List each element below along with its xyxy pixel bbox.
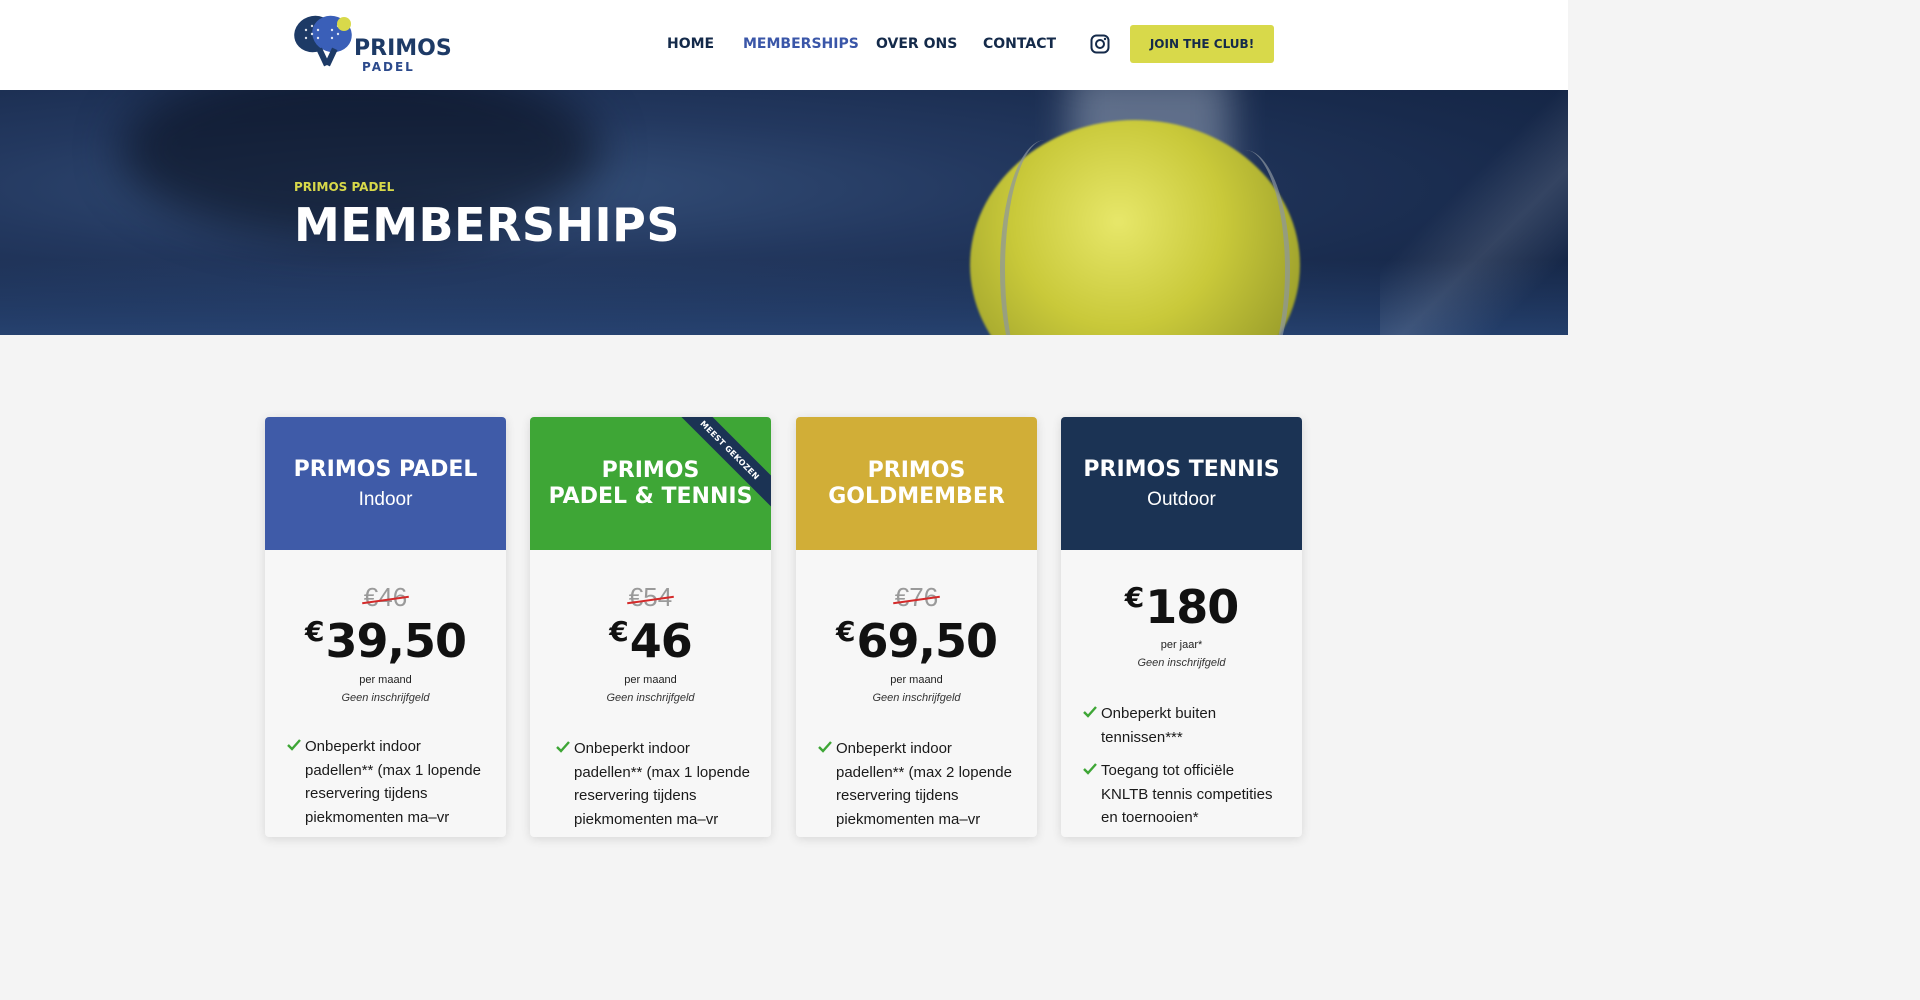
plan-name: PRIMOS GOLDMEMBER	[828, 457, 1005, 509]
plan-name: PRIMOS PADEL	[293, 456, 478, 482]
currency-symbol: €	[305, 615, 325, 648]
feature-item: Onbeperkt indoor padellen** (max 2 lopen…	[818, 737, 1018, 831]
check-icon	[1083, 706, 1097, 718]
plan-price: €69,50	[796, 614, 1037, 668]
currency-symbol: €	[836, 615, 856, 648]
price-period: per maand	[359, 674, 412, 686]
plan-header: PRIMOS TENNIS Outdoor	[1061, 417, 1302, 550]
hero-banner	[0, 90, 1568, 335]
registration-fee: Geen inschrijfgeld	[1137, 657, 1226, 669]
plan-card-padel: PRIMOS PADEL Indoor €46 €39,50 per maand…	[265, 417, 506, 837]
plan-price: €180	[1061, 580, 1302, 634]
nav-contact[interactable]: CONTACT	[983, 36, 1056, 52]
plan-name: PRIMOS TENNIS	[1083, 456, 1280, 482]
plan-type: Indoor	[358, 488, 413, 510]
old-price: €76	[894, 582, 939, 612]
plan-card-goldmember: PRIMOS GOLDMEMBER €76 €69,50 per maand G…	[796, 417, 1037, 837]
plan-name: PRIMOS PADEL & TENNIS	[548, 457, 753, 509]
site-header: PRIMOS PADEL HOME MEMBERSHIPS OVER ONS C…	[0, 0, 1568, 90]
registration-fee: Geen inschrijfgeld	[872, 692, 961, 704]
check-icon	[818, 741, 832, 753]
feature-list: Onbeperkt buiten tennissen*** Toegang to…	[1083, 702, 1283, 837]
page-title: MEMBERSHIPS	[294, 198, 680, 252]
padel-rackets-icon	[294, 15, 352, 67]
feature-item: Onbeperkt indoor padellen** (max 1 lopen…	[287, 735, 487, 829]
feature-item: Onbeperkt buiten tennissen***	[1083, 702, 1283, 749]
registration-fee: Geen inschrijfgeld	[341, 692, 430, 704]
plan-card-padel-tennis: PRIMOS PADEL & TENNIS MEEST GEKOZEN €54 …	[530, 417, 771, 837]
plan-header: PRIMOS PADEL Indoor	[265, 417, 506, 550]
plan-card-tennis: PRIMOS TENNIS Outdoor €180 per jaar* Gee…	[1061, 417, 1302, 837]
plan-price: €46	[530, 614, 771, 668]
check-icon	[1083, 763, 1097, 775]
feature-item: Onbeperkt indoor padellen** (max 1 lopen…	[556, 737, 756, 831]
check-icon	[287, 739, 301, 751]
nav-memberships[interactable]: MEMBERSHIPS	[743, 36, 859, 52]
hero-subtitle: PRIMOS PADEL	[294, 180, 395, 194]
primos-padel-logo[interactable]: PRIMOS PADEL	[292, 12, 452, 76]
registration-fee: Geen inschrijfgeld	[606, 692, 695, 704]
currency-symbol: €	[1124, 581, 1145, 614]
price-amount: 180	[1145, 580, 1239, 634]
logo-subword: PADEL	[362, 60, 415, 74]
plan-header: PRIMOS PADEL & TENNIS MEEST GEKOZEN	[530, 417, 771, 550]
check-icon	[556, 741, 570, 753]
price-period: per maand	[890, 674, 943, 686]
feature-item: Toegang tot officiële KNLTB tennis compe…	[1083, 759, 1283, 830]
hero-glass-reflection	[1380, 90, 1568, 335]
join-the-club-button[interactable]: JOIN THE CLUB!	[1130, 25, 1274, 63]
currency-symbol: €	[609, 615, 629, 648]
hero-court-surface	[0, 260, 1568, 335]
price-amount: 39,50	[325, 614, 467, 668]
instagram-icon[interactable]	[1090, 34, 1110, 54]
old-price: €54	[628, 582, 673, 612]
price-amount: 69,50	[856, 614, 998, 668]
feature-list: Onbeperkt indoor padellen** (max 1 lopen…	[287, 735, 487, 837]
price-period: per jaar*	[1160, 639, 1203, 651]
price-amount: 46	[629, 614, 693, 668]
feature-list: Onbeperkt indoor padellen** (max 1 lopen…	[556, 737, 756, 837]
feature-list: Onbeperkt indoor padellen** (max 2 lopen…	[818, 737, 1018, 837]
plan-type: Outdoor	[1147, 488, 1216, 510]
plan-price: €39,50	[265, 614, 506, 668]
nav-over-ons[interactable]: OVER ONS	[876, 36, 957, 52]
nav-home[interactable]: HOME	[667, 36, 714, 52]
logo-word: PRIMOS	[354, 36, 452, 61]
plan-header: PRIMOS GOLDMEMBER	[796, 417, 1037, 550]
old-price: €46	[363, 582, 408, 612]
price-period: per maand	[624, 674, 677, 686]
